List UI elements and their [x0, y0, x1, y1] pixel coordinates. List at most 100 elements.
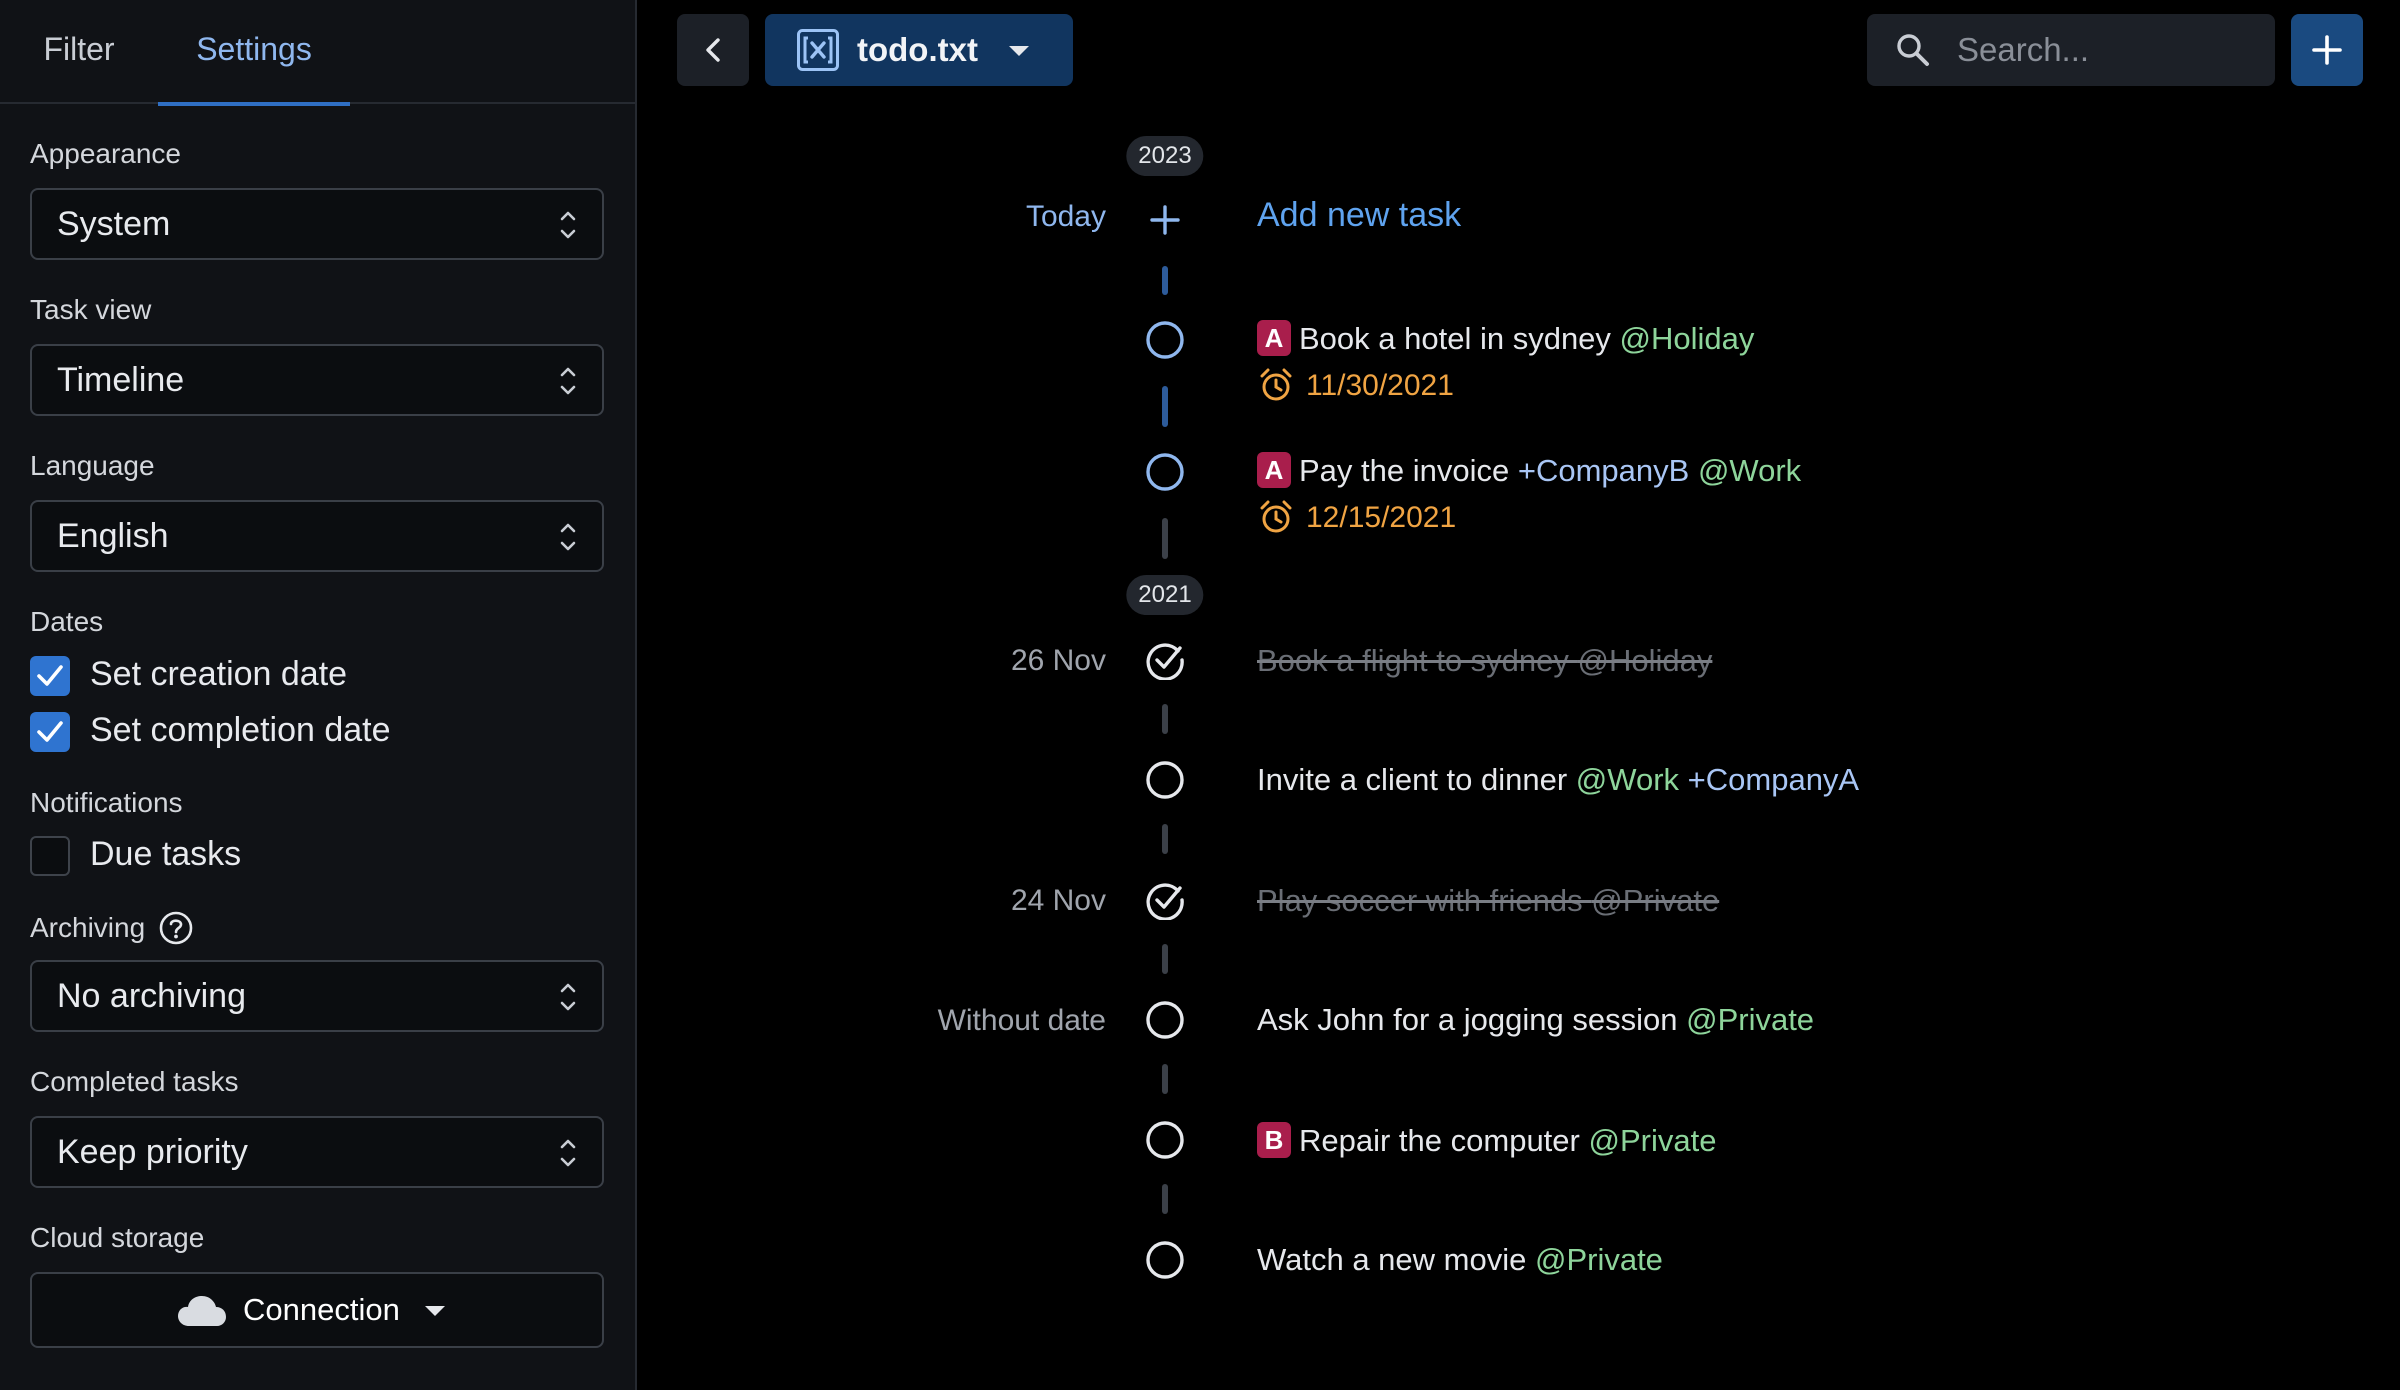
cloud-icon: [178, 1296, 226, 1326]
date-label: Without date: [937, 1004, 1106, 1037]
select-chevrons-icon: [560, 211, 576, 239]
context-tag[interactable]: @Holiday: [1620, 321, 1755, 356]
cloud-connection-button[interactable]: Connection: [30, 1272, 604, 1348]
task-item[interactable]: Book a flight to sydney @Holiday: [1257, 643, 1712, 679]
context-tag[interactable]: @Private: [1686, 1002, 1814, 1037]
task-item[interactable]: Play soccer with friends @Private: [1257, 883, 1719, 919]
language-select[interactable]: English: [30, 500, 604, 572]
task-item[interactable]: B Repair the computer @Private: [1257, 1122, 1716, 1159]
task-item[interactable]: Invite a client to dinner @Work +Company…: [1257, 762, 1859, 798]
context-tag[interactable]: @Private: [1591, 883, 1719, 918]
date-label: 24 Nov: [1010, 884, 1106, 917]
caret-down-icon: [425, 1306, 445, 1316]
task-text: Invite a client to dinner: [1257, 762, 1576, 797]
timeline-connector: [1162, 386, 1168, 427]
completed-tasks-select[interactable]: Keep priority: [30, 1116, 604, 1188]
today-label: Today: [1025, 200, 1106, 233]
add-new-task-link[interactable]: Add new task: [1257, 196, 1461, 235]
search-placeholder: Search...: [1957, 31, 2090, 68]
alarm-clock-icon: [1260, 500, 1292, 533]
check-circle-icon[interactable]: [1145, 640, 1185, 680]
date-label: 26 Nov: [1010, 644, 1106, 677]
check-circle-icon[interactable]: [1145, 880, 1185, 920]
tab-settings[interactable]: Settings: [158, 0, 350, 106]
checkmark-icon: [37, 721, 63, 742]
search-icon: [1897, 34, 1929, 66]
task-item[interactable]: Watch a new movie @Private: [1257, 1242, 1663, 1278]
project-tag[interactable]: +CompanyA: [1688, 762, 1859, 797]
plus-icon: [2312, 35, 2342, 65]
sidebar-tabs: Filter Settings: [0, 0, 635, 106]
creation-date-label: Set creation date: [90, 655, 348, 693]
task-circle-icon[interactable]: [1145, 1000, 1185, 1040]
completion-date-checkbox[interactable]: [30, 712, 70, 752]
context-tag[interactable]: @Work: [1698, 453, 1801, 488]
cloud-storage-label: Cloud storage: [30, 1222, 205, 1253]
task-circle-icon[interactable]: [1145, 320, 1185, 360]
due-tasks-label: Due tasks: [90, 835, 242, 873]
due-date: 12/15/2021: [1258, 499, 1498, 537]
language-label: Language: [30, 450, 155, 481]
completed-tasks-value: Keep priority: [57, 1133, 248, 1171]
priority-badge: A: [1257, 452, 1291, 488]
due-tasks-checkbox[interactable]: [30, 836, 70, 876]
timeline-connector: [1162, 518, 1168, 559]
timeline-connector: [1162, 1184, 1168, 1214]
task-view-select[interactable]: Timeline: [30, 344, 604, 416]
due-date-text: 11/30/2021: [1306, 369, 1454, 402]
timeline-connector: [1162, 824, 1168, 854]
task-circle-icon[interactable]: [1145, 452, 1185, 492]
select-chevrons-icon: [560, 983, 576, 1011]
archiving-select[interactable]: No archiving: [30, 960, 604, 1032]
year-badge-2023: 2023: [1126, 136, 1204, 176]
todo-file-icon: [797, 29, 839, 71]
appearance-select[interactable]: System: [30, 188, 604, 260]
archiving-value: No archiving: [57, 977, 246, 1015]
completion-date-label: Set completion date: [90, 711, 391, 749]
task-text: Play soccer with friends: [1257, 883, 1592, 918]
task-circle-icon[interactable]: [1145, 1240, 1185, 1280]
context-tag[interactable]: @Holiday: [1578, 643, 1713, 678]
due-date: 11/30/2021: [1258, 367, 1498, 405]
dates-label: Dates: [30, 606, 104, 637]
file-name: todo.txt: [857, 31, 978, 68]
task-view-value: Timeline: [57, 361, 185, 399]
completed-tasks-label: Completed tasks: [30, 1066, 239, 1097]
cloud-connection-label: Connection: [243, 1292, 400, 1327]
add-task-button[interactable]: [2291, 14, 2363, 86]
search-input[interactable]: Search...: [1867, 14, 2275, 86]
context-tag[interactable]: @Private: [1588, 1123, 1716, 1158]
settings-sidebar: Filter Settings Appearance System Task v…: [0, 0, 637, 1390]
timeline-connector: [1162, 704, 1168, 734]
project-tag[interactable]: +CompanyB: [1518, 453, 1689, 488]
timeline-connector: [1162, 944, 1168, 974]
task-text: Book a flight to sydney: [1257, 643, 1578, 678]
timeline-connector: [1162, 1064, 1168, 1094]
plus-icon[interactable]: [1149, 204, 1181, 236]
task-circle-icon[interactable]: [1145, 1120, 1185, 1160]
appearance-value: System: [57, 205, 171, 243]
timeline-connector: [1162, 266, 1168, 295]
question-circle-icon[interactable]: [158, 910, 194, 946]
back-button[interactable]: [677, 14, 749, 86]
year-badge-2021: 2021: [1126, 575, 1204, 615]
context-tag[interactable]: @Private: [1535, 1242, 1663, 1277]
priority-badge: B: [1257, 1122, 1291, 1158]
task-item[interactable]: A Pay the invoice +CompanyB @Work: [1257, 452, 1801, 489]
caret-down-icon: [1009, 46, 1029, 56]
task-circle-icon[interactable]: [1145, 760, 1185, 800]
task-item[interactable]: A Book a hotel in sydney @Holiday: [1257, 320, 1754, 357]
task-item[interactable]: Ask John for a jogging session @Private: [1257, 1002, 1814, 1038]
task-text: Watch a new movie: [1257, 1242, 1535, 1277]
task-view-label: Task view: [30, 294, 152, 325]
notifications-label: Notifications: [30, 787, 183, 818]
appearance-label: Appearance: [30, 138, 182, 169]
file-selector-button[interactable]: todo.txt: [765, 14, 1073, 86]
task-text: Pay the invoice: [1299, 453, 1518, 488]
select-chevrons-icon: [560, 523, 576, 551]
checkmark-icon: [37, 665, 63, 686]
context-tag[interactable]: @Work: [1576, 762, 1679, 797]
creation-date-checkbox[interactable]: [30, 656, 70, 696]
tab-filter[interactable]: Filter: [0, 0, 158, 104]
archiving-label: Archiving: [30, 912, 146, 943]
